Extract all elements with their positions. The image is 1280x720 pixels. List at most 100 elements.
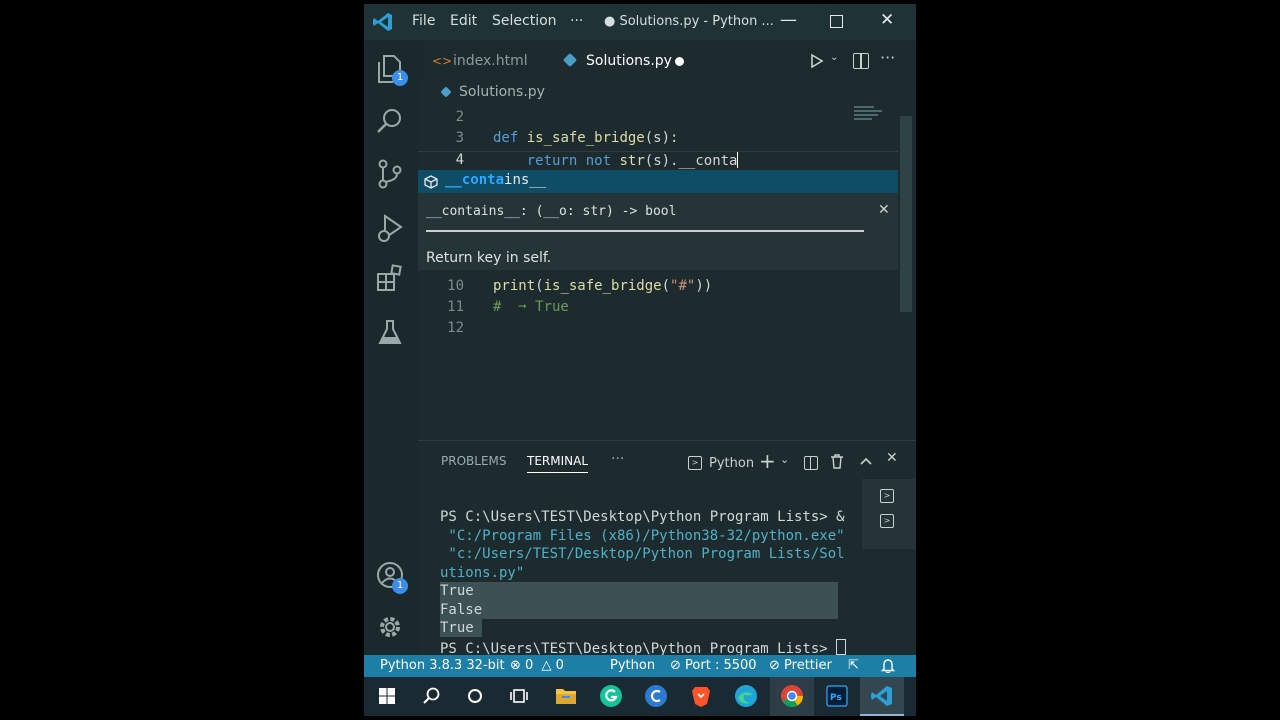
close-panel-icon[interactable]: ✕ [886,450,898,466]
details-divider [426,230,864,232]
terminal-list: > > [862,479,916,549]
breadcrumb: Solutions.py [418,82,916,104]
scrollbar-thumb[interactable] [900,116,912,312]
cortana-icon[interactable] [462,683,488,709]
file-explorer-icon[interactable] [553,683,579,709]
terminal-line: PS C:\Users\TEST\Desktop\Python Program … [440,509,845,525]
terminal-output-line: False [440,602,483,618]
terminal-line: utions.py" [440,565,525,581]
language-mode[interactable]: Python [610,658,655,673]
line-number: 12 [447,320,464,336]
terminal-selection-highlight [440,582,838,619]
minimap[interactable] [854,105,886,121]
maximize-icon[interactable] [830,15,843,28]
app-c-icon[interactable] [643,683,669,709]
feedback-icon[interactable]: ⇱ [848,658,859,673]
error-icon: ⊗ [510,658,521,673]
live-server-port[interactable]: ⊘ Port : 5500 [670,658,757,673]
editor-tabs: <> index.html Solutions.py ⌄ ··· [418,40,916,82]
account-badge: 1 [392,578,408,594]
extensions-icon[interactable] [375,264,407,296]
notifications-bell-icon[interactable] [880,658,896,677]
windows-taskbar: Ps [364,677,916,716]
source-control-icon[interactable] [375,158,407,190]
more-actions-icon[interactable]: ··· [880,48,895,67]
close-details-icon[interactable]: ✕ [878,202,890,218]
explorer-icon[interactable]: 1 [375,54,408,86]
run-python-icon[interactable] [810,53,824,73]
settings-gear-icon[interactable] [375,612,407,644]
photoshop-icon[interactable]: Ps [824,683,850,709]
maximize-panel-chevron-up-icon[interactable] [860,453,872,472]
kill-terminal-trash-icon[interactable] [830,454,844,473]
code-editor[interactable]: 2 3 def is_safe_bridge(s): 4 return not … [418,104,898,438]
edge-browser-icon[interactable] [733,683,759,709]
warning-icon: △ [541,658,552,673]
unsaved-dot-icon[interactable] [675,57,684,66]
chrome-browser-icon[interactable] [779,683,805,709]
problems-indicator[interactable]: ⊗ 0 △ 0 [510,658,564,673]
terminal-instance-icon[interactable]: > [880,489,894,503]
vscode-window: File Edit Selection ··· ● Solutions.py -… [364,4,916,716]
menu-selection[interactable]: Selection [492,13,557,29]
editor-line: 2 [418,109,898,129]
split-terminal-icon[interactable] [804,456,818,470]
activity-bar: 1 1 [364,40,418,655]
terminal-dropdown-chevron-icon[interactable]: ⌄ [780,453,789,466]
python-interpreter[interactable]: Python 3.8.3 32-bit [380,658,505,673]
minimize-icon[interactable]: — [780,10,797,30]
menu-edit[interactable]: Edit [450,13,477,29]
windows-start-icon[interactable] [374,683,400,709]
search-icon[interactable] [375,106,407,138]
menu-file[interactable]: File [412,13,435,29]
python-file-icon [562,52,578,68]
split-editor-icon[interactable] [853,53,869,69]
panel-more-icon[interactable]: ··· [611,451,624,467]
taskbar-search-icon[interactable] [419,683,445,709]
vscode-taskbar-icon[interactable] [869,683,895,709]
suggestion-item[interactable]: __contains__ [418,170,898,193]
line-number: 11 [447,299,464,315]
bottom-panel: PROBLEMS TERMINAL ··· > Python + ⌄ ✕ PS … [418,440,916,657]
close-icon[interactable]: ✕ [880,10,894,30]
tab-terminal[interactable]: TERMINAL [527,454,589,473]
run-debug-icon[interactable] [375,212,407,244]
new-terminal-plus-icon[interactable]: + [759,449,776,473]
suggestion-doc: Return key in self. [426,250,552,266]
run-dropdown-chevron-icon[interactable]: ⌄ [830,52,838,63]
account-icon[interactable]: 1 [375,560,408,594]
vscode-logo-icon[interactable] [372,11,394,37]
tab-index-html[interactable]: <> index.html [418,40,550,82]
tab-solutions-py[interactable]: Solutions.py [550,40,700,82]
editor-line: 11 # ➞ True [418,299,898,319]
editor-scrollbar[interactable] [898,104,916,438]
status-bar: Python 3.8.3 32-bit ⊗ 0 △ 0 Python ⊘ Por… [364,655,916,677]
terminal-line: "C:/Program Files (x86)/Python38-32/pyth… [440,528,845,544]
terminal-shell-name[interactable]: Python [709,456,754,471]
suggestion-signature: __contains__: (__o: str) -> bool [426,204,677,219]
tab-problems[interactable]: PROBLEMS [441,454,507,468]
testing-flask-icon[interactable] [375,318,407,350]
terminal-output-line: True [440,620,474,636]
html-file-icon: <> [432,54,453,68]
prettier-status[interactable]: ⊘ Prettier [769,658,832,673]
task-view-icon[interactable] [506,683,532,709]
menu-more[interactable]: ··· [570,13,583,29]
line-number: 2 [455,109,464,125]
suggestion-label: __contains__ [445,172,547,188]
terminal-instance-icon[interactable]: > [880,514,894,528]
brave-browser-icon[interactable] [688,683,714,709]
code-return-line: return not str(s).__conta [526,152,739,169]
grammarly-icon[interactable] [598,683,624,709]
tab-label: Solutions.py [586,53,672,69]
tab-label: index.html [453,53,528,69]
editor-line: 12 [418,320,898,340]
explorer-badge: 1 [392,70,408,86]
no-entry-icon: ⊘ [670,658,681,673]
terminal-shell-icon: > [688,456,702,470]
window-title: ● Solutions.py - Python ... [604,14,774,29]
line-number: 4 [455,152,464,168]
breadcrumb-file[interactable]: Solutions.py [459,84,545,100]
line-number: 3 [455,130,464,146]
python-file-icon [440,86,452,98]
